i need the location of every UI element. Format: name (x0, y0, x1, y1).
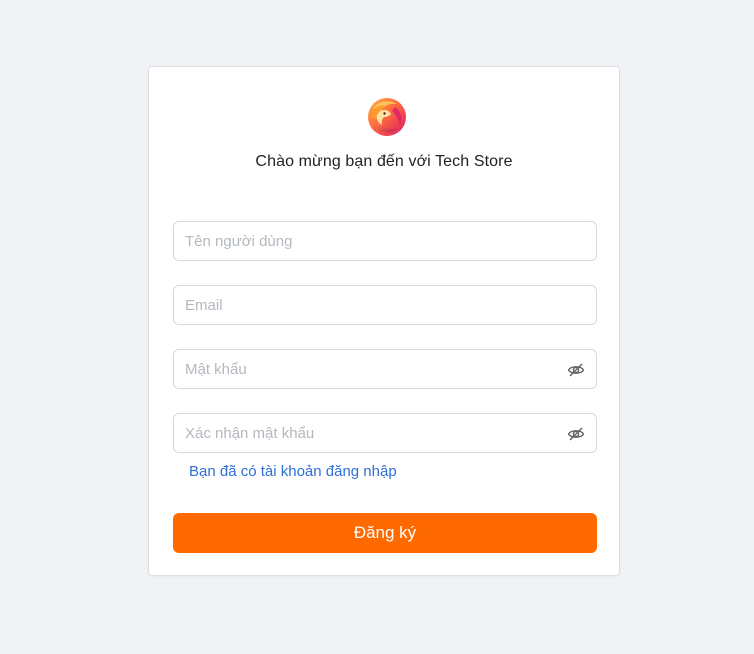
lion-logo-icon (368, 98, 406, 136)
username-field-wrapper (173, 221, 597, 261)
email-input[interactable] (174, 286, 596, 324)
username-input[interactable] (174, 222, 596, 260)
confirm-password-field-wrapper (173, 413, 597, 453)
eye-slash-icon[interactable] (567, 361, 585, 379)
password-input[interactable] (174, 350, 596, 388)
eye-slash-icon[interactable] (567, 425, 585, 443)
confirm-password-input[interactable] (174, 414, 596, 452)
email-field-wrapper (173, 285, 597, 325)
password-field-wrapper (173, 349, 597, 389)
welcome-title: Chào mừng bạn đến với Tech Store (255, 153, 513, 170)
login-link[interactable]: Bạn đã có tài khoản đăng nhập (189, 463, 397, 480)
register-button[interactable]: Đăng ký (173, 513, 597, 553)
register-card: Chào mừng bạn đến với Tech Store Bạn đã … (148, 66, 620, 576)
